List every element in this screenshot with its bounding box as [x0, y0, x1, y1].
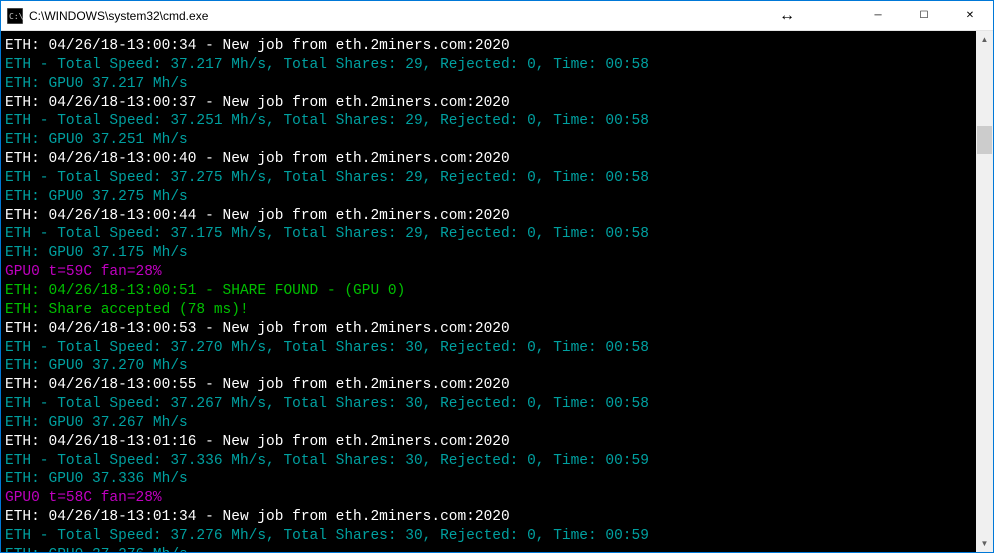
console-line: ETH - Total Speed: 37.217 Mh/s, Total Sh…: [5, 56, 972, 75]
console-line: ETH - Total Speed: 37.251 Mh/s, Total Sh…: [5, 112, 972, 131]
console-line: ETH: 04/26/18-13:00:40 - New job from et…: [5, 150, 972, 169]
console-line: ETH: 04/26/18-13:00:34 - New job from et…: [5, 37, 972, 56]
console-line: ETH - Total Speed: 37.175 Mh/s, Total Sh…: [5, 225, 972, 244]
minimize-icon: ─: [874, 10, 881, 21]
close-icon: ✕: [966, 10, 974, 21]
console-line: ETH: 04/26/18-13:00:37 - New job from et…: [5, 94, 972, 113]
title-bar[interactable]: C:\ C:\WINDOWS\system32\cmd.exe ↔ ─ ☐ ✕: [1, 1, 993, 31]
scrollbar-thumb[interactable]: [977, 126, 992, 154]
console-line: ETH: 04/26/18-13:01:34 - New job from et…: [5, 508, 972, 527]
maximize-icon: ☐: [920, 10, 929, 21]
move-icon: ↔: [779, 7, 855, 25]
console-line: ETH - Total Speed: 37.267 Mh/s, Total Sh…: [5, 395, 972, 414]
console-line: ETH: GPU0 37.276 Mh/s: [5, 546, 972, 552]
console-line: ETH: GPU0 37.275 Mh/s: [5, 188, 972, 207]
console-line: GPU0 t=59C fan=28%: [5, 263, 972, 282]
chevron-down-icon: ▼: [981, 539, 989, 548]
console-line: ETH: Share accepted (78 ms)!: [5, 301, 972, 320]
console-line: ETH: GPU0 37.336 Mh/s: [5, 470, 972, 489]
console-line: ETH: GPU0 37.251 Mh/s: [5, 131, 972, 150]
console-line: ETH: 04/26/18-13:00:44 - New job from et…: [5, 207, 972, 226]
scroll-down-button[interactable]: ▼: [976, 535, 993, 552]
console-line: ETH - Total Speed: 37.275 Mh/s, Total Sh…: [5, 169, 972, 188]
close-button[interactable]: ✕: [947, 1, 993, 31]
console-line: ETH: GPU0 37.270 Mh/s: [5, 357, 972, 376]
scrollbar[interactable]: ▲ ▼: [976, 31, 993, 552]
maximize-button[interactable]: ☐: [901, 1, 947, 31]
console-line: ETH: GPU0 37.217 Mh/s: [5, 75, 972, 94]
console-line: ETH: 04/26/18-13:00:53 - New job from et…: [5, 320, 972, 339]
console-line: ETH: GPU0 37.267 Mh/s: [5, 414, 972, 433]
window-controls: ─ ☐ ✕: [855, 1, 993, 31]
console-wrap: ETH: 04/26/18-13:00:34 - New job from et…: [1, 31, 993, 552]
console-line: ETH: GPU0 37.175 Mh/s: [5, 244, 972, 263]
svg-text:C:\: C:\: [9, 12, 23, 21]
cmd-icon: C:\: [7, 8, 23, 24]
window-title: C:\WINDOWS\system32\cmd.exe: [29, 9, 779, 23]
console-line: ETH: 04/26/18-13:00:51 - SHARE FOUND - (…: [5, 282, 972, 301]
chevron-up-icon: ▲: [981, 35, 989, 44]
minimize-button[interactable]: ─: [855, 1, 901, 31]
console-line: ETH - Total Speed: 37.270 Mh/s, Total Sh…: [5, 339, 972, 358]
console-output[interactable]: ETH: 04/26/18-13:00:34 - New job from et…: [1, 31, 976, 552]
console-line: ETH - Total Speed: 37.336 Mh/s, Total Sh…: [5, 452, 972, 471]
console-line: ETH: 04/26/18-13:00:55 - New job from et…: [5, 376, 972, 395]
console-line: GPU0 t=58C fan=28%: [5, 489, 972, 508]
console-line: ETH - Total Speed: 37.276 Mh/s, Total Sh…: [5, 527, 972, 546]
scroll-up-button[interactable]: ▲: [976, 31, 993, 48]
console-line: ETH: 04/26/18-13:01:16 - New job from et…: [5, 433, 972, 452]
